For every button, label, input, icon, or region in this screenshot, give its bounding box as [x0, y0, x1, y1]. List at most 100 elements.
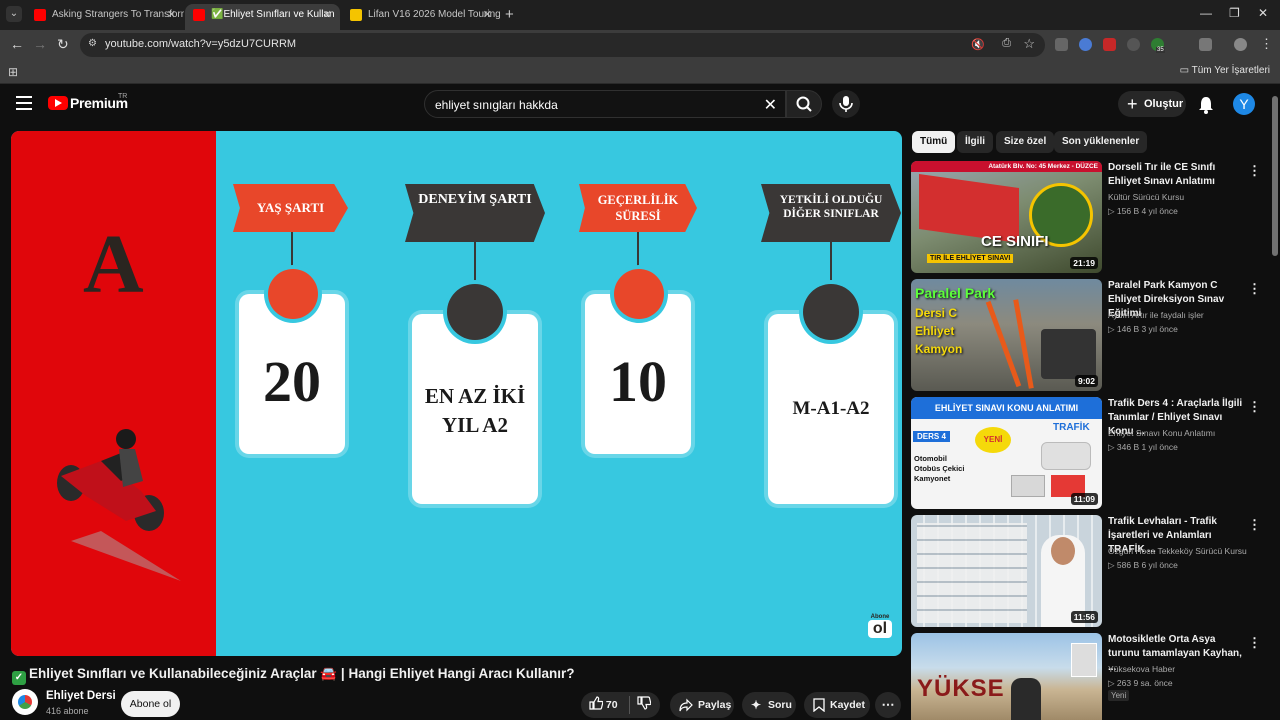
check-mark-icon: ✓: [12, 671, 26, 685]
extension-icon[interactable]: [1055, 38, 1068, 51]
window-close-icon[interactable]: ✕: [1258, 6, 1268, 20]
presenter-head: [1051, 537, 1075, 565]
recommended-video[interactable]: Paralel Park Dersi C Ehliyet Kamyon 9:02…: [911, 279, 1266, 391]
more-vertical-icon[interactable]: ⋮: [1248, 163, 1261, 179]
chip-recently-uploaded[interactable]: Son yüklenenler: [1054, 131, 1148, 153]
channel-name[interactable]: Ehliyet Dersi: [46, 690, 116, 702]
restore-icon[interactable]: ❐: [1229, 6, 1240, 20]
close-icon[interactable]: ✕: [323, 4, 332, 26]
banner-age-requirement: YAŞ ŞARTI: [233, 184, 348, 232]
install-icon[interactable]: ⎙: [1002, 37, 1011, 50]
forward-icon[interactable]: →: [33, 36, 47, 52]
page-scrollbar[interactable]: [1272, 96, 1278, 256]
search-input[interactable]: ehliyet sınıgları hakkda ✕: [424, 90, 786, 118]
thumbs-down-icon: [637, 696, 652, 710]
chip-for-you[interactable]: Size özel: [996, 131, 1055, 153]
create-button[interactable]: + Oluştur: [1118, 91, 1186, 117]
more-vertical-icon[interactable]: ⋮: [1248, 281, 1261, 297]
browser-tab[interactable]: Asking Strangers To Transform ✕: [26, 4, 184, 30]
banner-experience-requirement: DENEYİM ŞARTI: [405, 184, 545, 242]
address-bar[interactable]: ⚙ youtube.com/watch?v=y5dzU7CURRM 🔇 ⎙ ☆: [80, 33, 1045, 57]
connector-dot: [803, 284, 859, 340]
close-icon[interactable]: ✕: [167, 4, 176, 26]
mute-site-icon[interactable]: 🔇: [971, 38, 985, 51]
extension-icon[interactable]: [1079, 38, 1092, 51]
chip-all[interactable]: Tümü: [912, 131, 956, 153]
browser-tab[interactable]: Lifan V16 2026 Model Touring ✕: [342, 4, 500, 30]
browser-tab-active[interactable]: ✅Ehliyet Sınıfları ve Kullan ✕: [185, 4, 340, 30]
more-vertical-icon[interactable]: ⋮: [1248, 517, 1261, 533]
close-icon[interactable]: ✕: [483, 4, 492, 26]
more-vertical-icon[interactable]: ⋮: [1248, 635, 1261, 651]
truck-shape: [1011, 475, 1045, 497]
video-thumbnail[interactable]: YÜKSE: [911, 633, 1102, 720]
card-other-classes-value: M-A1-A2: [768, 314, 894, 504]
extension-badge: 35: [1156, 47, 1165, 53]
youtube-favicon-icon: [193, 9, 205, 21]
video-thumbnail[interactable]: Paralel Park Dersi C Ehliyet Kamyon 9:02: [911, 279, 1102, 391]
inset-portrait: [1071, 643, 1097, 677]
extension-icon[interactable]: [1103, 38, 1116, 51]
extension-icon[interactable]: [1127, 38, 1140, 51]
ask-button[interactable]: ✦ Soru: [742, 692, 796, 718]
channel-avatar[interactable]: [12, 689, 38, 715]
menu-hamburger-icon[interactable]: [16, 96, 32, 110]
save-button[interactable]: Kaydet: [804, 692, 870, 718]
video-thumbnail[interactable]: Atatürk Blv. No: 45 Merkez - DÜZCE CE SI…: [911, 161, 1102, 273]
banner-other-classes: YETKİLİ OLDUĞU DİĞER SINIFLAR: [761, 184, 901, 242]
subscribe-button[interactable]: Abone ol: [121, 691, 180, 717]
extensions-puzzle-icon[interactable]: [1199, 38, 1212, 51]
recommended-video[interactable]: Atatürk Blv. No: 45 Merkez - DÜZCE CE SI…: [911, 161, 1266, 273]
chip-related[interactable]: İlgili: [957, 131, 993, 153]
more-actions-button[interactable]: ⋯: [875, 692, 901, 718]
youtube-logo-icon[interactable]: [48, 96, 68, 110]
profile-icon[interactable]: [1234, 38, 1247, 51]
video-player[interactable]: A YAŞ ŞARTI 20 DENEYİM ŞARTI EN AZ İKİ Y…: [11, 131, 902, 656]
minimize-icon[interactable]: —: [1200, 6, 1212, 20]
browser-toolbar: ← → ↻ ⚙ youtube.com/watch?v=y5dzU7CURRM …: [0, 30, 1280, 60]
browser-tab-strip: ⌄ Asking Strangers To Transform ✕ ✅Ehliy…: [0, 0, 1280, 30]
bookmarks-bar: ⊞ ▭ Tüm Yer İşaretleri: [0, 60, 1280, 84]
share-arrow-icon: [679, 698, 693, 712]
signs-board: [917, 523, 1027, 623]
recommended-video[interactable]: EHLİYET SINAVI KONU ANLATIMI DERS 4 YENİ…: [911, 397, 1266, 509]
recommended-video[interactable]: 11:56 Trafik Levhaları - Trafik İşaretle…: [911, 515, 1266, 627]
video-red-panel: A: [11, 131, 216, 656]
connector-dot: [614, 269, 664, 319]
sparkle-icon: ✦: [751, 698, 762, 712]
subscriber-count: 416 abone: [46, 706, 89, 716]
all-bookmarks-link[interactable]: ▭ Tüm Yer İşaretleri: [1180, 65, 1270, 76]
browser-menu-icon[interactable]: ⋮: [1260, 36, 1273, 52]
youtube-favicon-icon: [34, 9, 46, 21]
notifications-bell-icon[interactable]: [1198, 96, 1214, 119]
tab-search-button[interactable]: ⌄: [6, 6, 22, 22]
like-button[interactable]: 70: [589, 692, 618, 718]
subscribe-watermark[interactable]: Abone ol: [868, 614, 892, 640]
divider: [629, 696, 630, 714]
connector-line: [474, 242, 476, 287]
license-class-letter: A: [83, 218, 144, 311]
van-shape: [1041, 442, 1091, 470]
video-thumbnail[interactable]: EHLİYET SINAVI KONU ANLATIMI DERS 4 YENİ…: [911, 397, 1102, 509]
bookmark-star-icon[interactable]: ☆: [1023, 36, 1035, 52]
plus-icon: +: [1127, 94, 1138, 114]
video-title: ✓ Ehliyet Sınıfları ve Kullanabileceğiniz…: [12, 666, 574, 685]
dislike-button[interactable]: [637, 692, 652, 718]
site-info-icon[interactable]: ⚙: [88, 38, 97, 49]
more-vertical-icon[interactable]: ⋮: [1248, 399, 1261, 415]
account-avatar[interactable]: Y: [1233, 93, 1255, 115]
truck-cabin: [1041, 329, 1096, 379]
voice-search-button[interactable]: [832, 90, 860, 118]
back-icon[interactable]: ←: [10, 36, 24, 52]
apps-grid-icon[interactable]: ⊞: [8, 65, 18, 79]
search-button[interactable]: [786, 90, 822, 118]
youtube-header: Premium TR ehliyet sınıgları hakkda ✕ + …: [0, 84, 1280, 124]
like-dislike-group: 70: [581, 692, 660, 718]
clear-search-icon[interactable]: ✕: [764, 95, 777, 115]
recommended-video[interactable]: YÜKSE Motosikletle Orta Asya turunu tama…: [911, 633, 1266, 720]
new-tab-button[interactable]: +: [505, 6, 514, 23]
reload-icon[interactable]: ↻: [57, 36, 69, 53]
share-button[interactable]: Paylaş: [670, 692, 734, 718]
video-thumbnail[interactable]: 11:56: [911, 515, 1102, 627]
site-favicon-icon: [350, 9, 362, 21]
